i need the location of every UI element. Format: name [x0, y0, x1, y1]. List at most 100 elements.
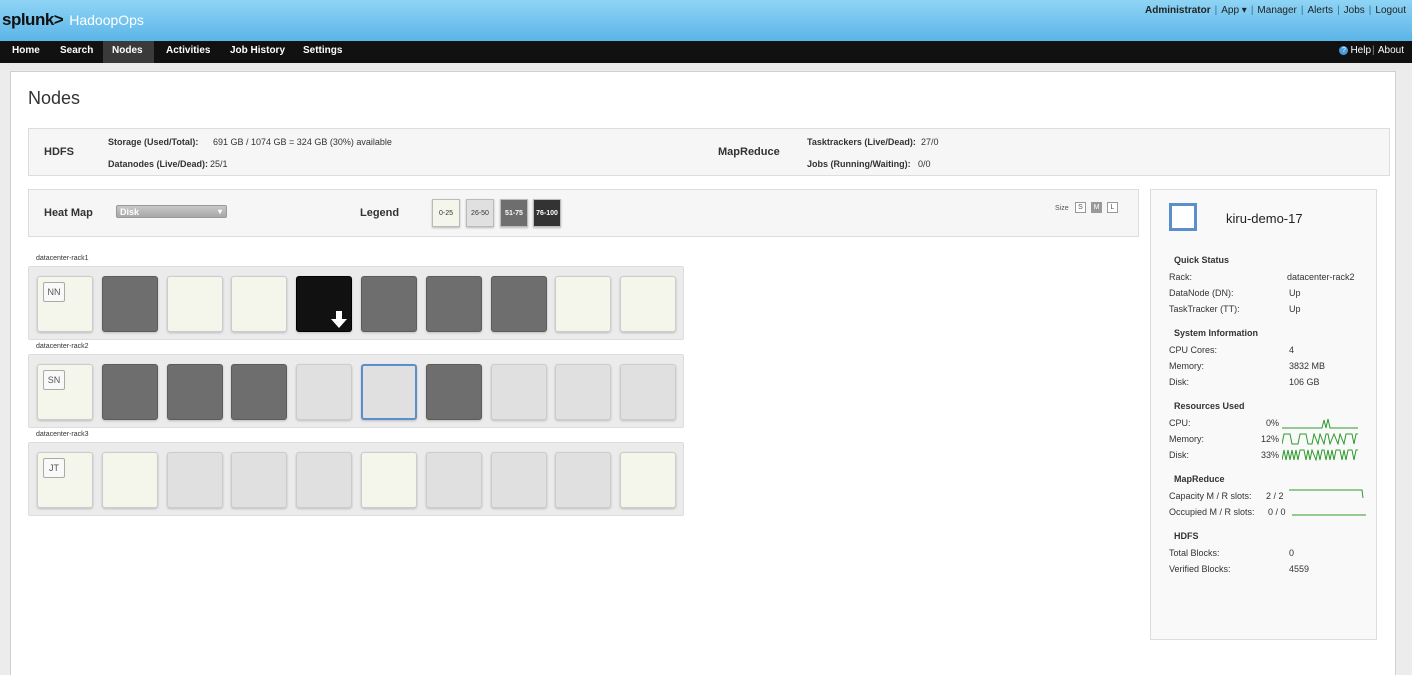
capacity-slots-value: 2 / 2: [1266, 491, 1284, 501]
heatmap-metric-value: Disk: [120, 207, 140, 217]
legend-76-100: 76-100: [533, 199, 561, 227]
logout-link[interactable]: Logout: [1375, 5, 1406, 16]
total-blocks-label: Total Blocks:: [1169, 548, 1220, 558]
help-icon[interactable]: ?: [1339, 45, 1349, 55]
node-tile[interactable]: JT: [37, 452, 93, 508]
occupied-slots-value: 0 / 0: [1268, 507, 1286, 517]
memory-used-value: 12%: [1261, 434, 1280, 444]
memory-sparkline: [1282, 433, 1358, 445]
jobs-link[interactable]: Jobs: [1344, 5, 1365, 16]
node-tile[interactable]: [620, 276, 676, 332]
node-tile[interactable]: [296, 452, 352, 508]
mapreduce-title: MapReduce: [718, 146, 780, 158]
node-tile[interactable]: [296, 276, 352, 332]
size-label: Size: [1055, 205, 1069, 212]
node-tile[interactable]: [426, 364, 482, 420]
alerts-link[interactable]: Alerts: [1308, 5, 1334, 16]
memory-value: 3832 MB: [1289, 361, 1326, 371]
node-tile[interactable]: SN: [37, 364, 93, 420]
nav-job-history[interactable]: Job History: [221, 41, 294, 63]
nav-activities[interactable]: Activities: [157, 41, 219, 63]
node-tile[interactable]: [231, 364, 287, 420]
mapreduce-heading: MapReduce: [1174, 474, 1225, 484]
legend-26-50: 26-50: [466, 199, 494, 227]
tasktracker-label: TaskTracker (TT):: [1169, 304, 1240, 314]
memory-used-label: Memory:: [1169, 434, 1205, 444]
nav-search[interactable]: Search: [51, 41, 102, 63]
size-large-button[interactable]: L: [1107, 202, 1118, 213]
rack-label: datacenter-rack1: [36, 255, 89, 262]
node-tile[interactable]: [167, 452, 223, 508]
heatmap-toolbar: Heat Map Disk ▾ Legend 0-25 26-50 51-75 7…: [28, 189, 1139, 237]
disk-used-label: Disk:: [1169, 450, 1189, 460]
rack-row: JT: [28, 442, 684, 516]
node-tile[interactable]: [426, 276, 482, 332]
resources-heading: Resources Used: [1174, 401, 1245, 411]
node-tile[interactable]: [491, 452, 547, 508]
node-tile[interactable]: [102, 452, 158, 508]
node-tile[interactable]: NN: [37, 276, 93, 332]
user-name[interactable]: Administrator: [1145, 5, 1211, 16]
size-medium-button[interactable]: M: [1091, 202, 1102, 213]
nav-nodes[interactable]: Nodes: [103, 41, 154, 63]
node-tile[interactable]: [167, 276, 223, 332]
heatmap-metric-select[interactable]: Disk ▾: [116, 205, 227, 218]
capacity-slots-label: Capacity M / R slots:: [1169, 491, 1252, 501]
tasktracker-value: Up: [1289, 304, 1301, 314]
node-tile[interactable]: [167, 364, 223, 420]
jobs-value: 0/0: [918, 159, 931, 169]
node-tile[interactable]: [426, 452, 482, 508]
node-tile[interactable]: [102, 276, 158, 332]
verified-blocks-label: Verified Blocks:: [1169, 564, 1231, 574]
size-small-button[interactable]: S: [1075, 202, 1086, 213]
top-header: splunk> HadoopOps Administrator | App ▾ | Man…: [0, 0, 1412, 41]
node-tile[interactable]: [555, 276, 611, 332]
capacity-sparkline: [1289, 489, 1364, 499]
node-tile[interactable]: [361, 276, 417, 332]
occupied-sparkline: [1292, 514, 1366, 516]
node-role-badge: NN: [43, 282, 65, 302]
quick-status-heading: Quick Status: [1174, 255, 1230, 265]
rack-value: datacenter-rack2: [1287, 272, 1355, 282]
legend-51-75: 51-75: [500, 199, 528, 227]
node-role-badge: SN: [43, 370, 65, 390]
node-role-badge: JT: [43, 458, 65, 478]
node-name: kiru-demo-17: [1226, 211, 1303, 226]
occupied-slots-label: Occupied M / R slots:: [1169, 507, 1255, 517]
main-nav: Home Search Nodes Activities Job History…: [0, 41, 1412, 63]
node-tile[interactable]: [555, 364, 611, 420]
node-tile[interactable]: [620, 364, 676, 420]
node-tile[interactable]: [361, 452, 417, 508]
hdfs-heading: HDFS: [1174, 531, 1199, 541]
node-detail-panel: kiru-demo-17 Quick Status Rack: datacent…: [1150, 189, 1377, 640]
rack-label: datacenter-rack2: [36, 343, 89, 350]
node-tile[interactable]: [555, 452, 611, 508]
nav-home[interactable]: Home: [3, 41, 49, 63]
manager-link[interactable]: Manager: [1257, 5, 1296, 16]
splunk-logo[interactable]: splunk> HadoopOps: [2, 10, 144, 30]
app-menu-link[interactable]: App ▾: [1221, 5, 1247, 16]
account-links: Administrator | App ▾ | Manager | Alerts | Jobs |…: [1145, 5, 1406, 16]
about-link[interactable]: About: [1378, 45, 1404, 56]
hdfs-title: HDFS: [44, 146, 74, 158]
jobs-label: Jobs (Running/Waiting):: [807, 159, 911, 169]
disk-used-value: 33%: [1261, 450, 1280, 460]
rack-label: datacenter-rack3: [36, 431, 89, 438]
tasktrackers-value: 27/0: [921, 137, 939, 147]
legend-title: Legend: [360, 207, 400, 219]
node-tile-selected[interactable]: [361, 364, 417, 420]
node-tile[interactable]: [231, 276, 287, 332]
node-tile[interactable]: [296, 364, 352, 420]
node-tile[interactable]: [102, 364, 158, 420]
node-tile[interactable]: [491, 364, 547, 420]
nav-settings[interactable]: Settings: [294, 41, 351, 63]
disk-sparkline: [1282, 449, 1358, 461]
node-tile[interactable]: [620, 452, 676, 508]
help-link[interactable]: Help: [1350, 45, 1371, 56]
storage-value: 691 GB / 1074 GB = 324 GB (30%) availabl…: [213, 137, 392, 147]
cluster-summary: HDFS Storage (Used/Total): 691 GB / 1074…: [28, 128, 1390, 176]
node-tile[interactable]: [231, 452, 287, 508]
download-arrow-icon: [331, 311, 347, 328]
node-tile[interactable]: [491, 276, 547, 332]
cpu-sparkline: [1282, 418, 1358, 429]
